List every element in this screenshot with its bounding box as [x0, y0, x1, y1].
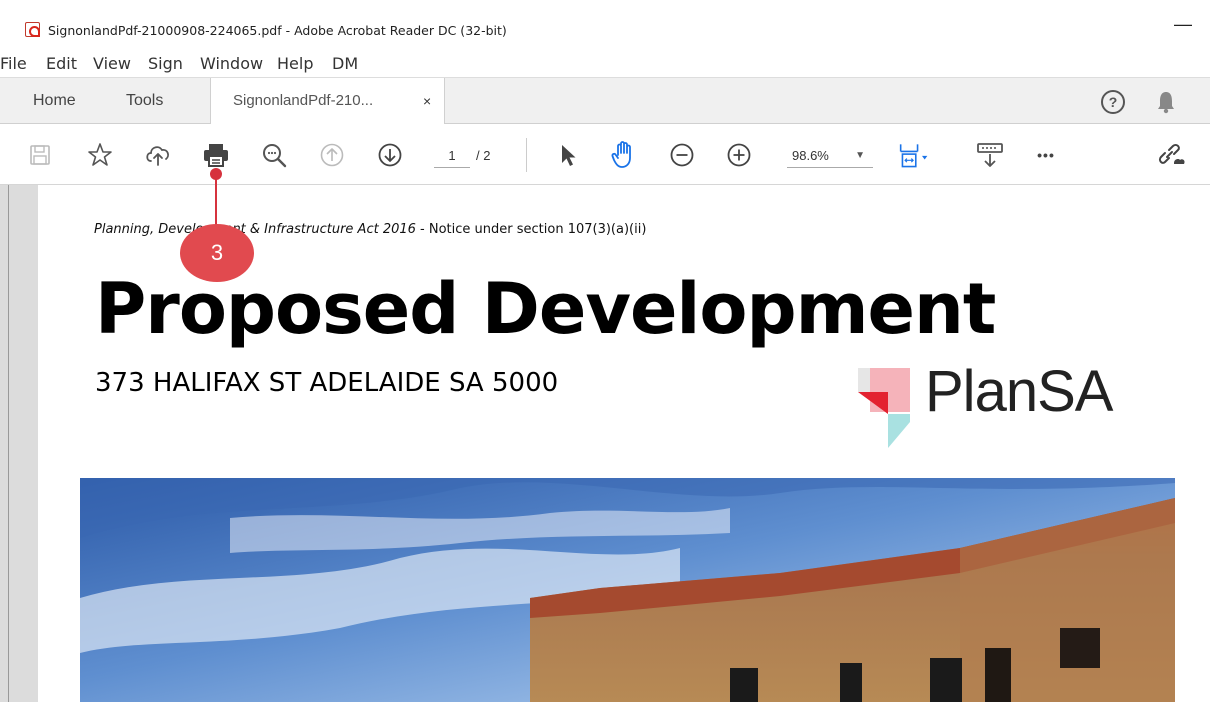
tab-bar: Home Tools SignonlandPdf-210... × ? [0, 77, 1210, 126]
select-cursor-icon[interactable] [552, 139, 584, 171]
fort-photo [80, 478, 1175, 702]
menu-view[interactable]: View [93, 54, 131, 73]
acrobat-pdf-icon [25, 22, 40, 37]
plansa-logo-icon [858, 368, 910, 448]
menu-file[interactable]: File [0, 54, 27, 73]
tab-home[interactable]: Home [33, 78, 76, 125]
scrolling-mode-icon[interactable] [974, 139, 1006, 171]
property-address: 373 HALIFAX ST ADELAIDE SA 5000 [95, 368, 559, 398]
toolbar-divider [526, 138, 527, 172]
zoom-level-dropdown[interactable]: 98.6% ▼ [787, 146, 873, 168]
chevron-down-icon: ▼ [855, 150, 865, 161]
menu-dm[interactable]: DM [332, 54, 358, 73]
hand-tool-icon[interactable] [608, 139, 640, 171]
minimize-button[interactable]: — [1168, 14, 1198, 36]
act-notice: - Notice under section 107(3)(a)(ii) [415, 222, 647, 237]
zoom-level-value: 98.6% [792, 148, 829, 163]
zoom-out-icon[interactable] [666, 139, 698, 171]
zoom-in-icon[interactable] [723, 139, 755, 171]
notification-bell-icon[interactable] [1156, 90, 1176, 114]
menu-bar: File Edit View Sign Window Help DM [0, 50, 1210, 77]
menu-help[interactable]: Help [277, 54, 313, 73]
more-tools-icon[interactable]: ••• [1030, 139, 1062, 171]
bookmark-star-icon[interactable] [84, 139, 116, 171]
window-title: SignonlandPdf-21000908-224065.pdf - Adob… [48, 23, 507, 38]
tab-close-button[interactable]: × [423, 78, 431, 124]
title-bar: SignonlandPdf-21000908-224065.pdf - Adob… [0, 0, 1210, 50]
help-icon[interactable]: ? [1101, 90, 1125, 114]
toolbar: 1 / 2 98.6% ▼ ••• [0, 124, 1210, 185]
next-page-icon[interactable] [374, 139, 406, 171]
tab-tools[interactable]: Tools [126, 78, 163, 125]
save-icon[interactable] [24, 139, 56, 171]
step-badge: 3 [180, 224, 254, 282]
page-total: / 2 [476, 148, 491, 163]
zoom-search-icon[interactable] [258, 139, 290, 171]
act-reference-line: Planning, Development & Infrastructure A… [94, 222, 646, 237]
act-title: Planning, Development & Infrastructure A… [94, 222, 416, 237]
menu-window[interactable]: Window [200, 54, 263, 73]
page-number-input[interactable]: 1 [434, 146, 470, 168]
menu-edit[interactable]: Edit [46, 54, 77, 73]
cloud-upload-icon[interactable] [142, 139, 174, 171]
previous-page-icon[interactable] [316, 139, 348, 171]
menu-sign[interactable]: Sign [148, 54, 183, 73]
plansa-logo-text: PlanSA [925, 359, 1113, 424]
tab-document-label: SignonlandPdf-210... [233, 92, 374, 109]
share-link-icon[interactable] [1156, 139, 1188, 171]
print-icon[interactable] [200, 139, 232, 171]
tab-document[interactable]: SignonlandPdf-210... × [210, 78, 445, 126]
fit-page-icon[interactable] [898, 139, 930, 171]
left-pane-strip [0, 185, 38, 702]
callout-pointer-dot [210, 168, 222, 180]
